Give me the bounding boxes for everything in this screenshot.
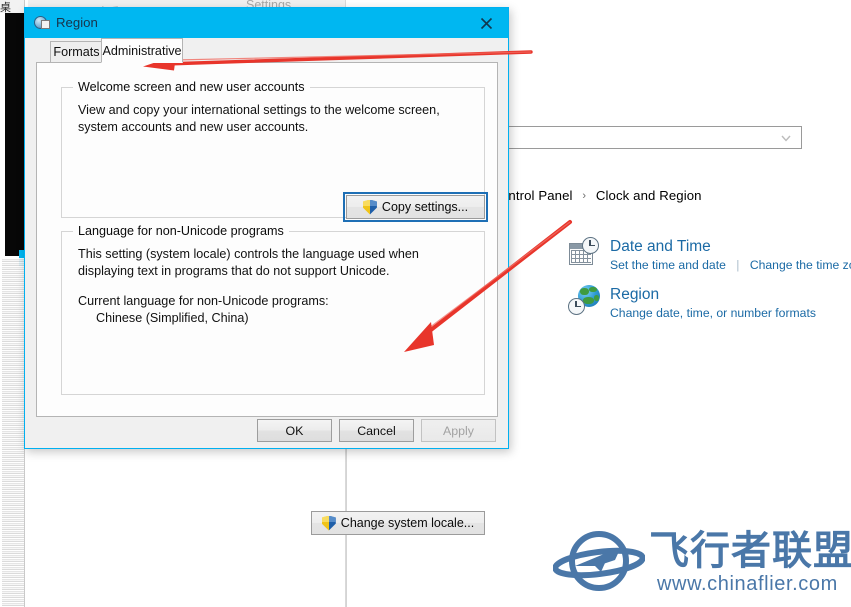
tab-administrative-label: Administrative xyxy=(102,43,182,58)
tab-administrative[interactable]: Administrative xyxy=(101,38,183,63)
dialog-title: Region xyxy=(56,15,98,30)
control-panel-item-region[interactable]: Region Change date, time, or number form… xyxy=(568,284,816,322)
dialog-titlebar[interactable]: Region xyxy=(25,8,508,38)
ok-button[interactable]: OK xyxy=(257,419,332,442)
cancel-button-label: Cancel xyxy=(357,423,396,438)
item-title-region[interactable]: Region xyxy=(610,285,816,304)
region-globe-flag-icon xyxy=(34,15,50,31)
ok-button-label: OK xyxy=(285,423,304,438)
change-system-locale-button-label: Change system locale... xyxy=(340,516,475,530)
group-non-unicode-description: This setting (system locale) controls th… xyxy=(78,247,419,278)
item-title-date-and-time[interactable]: Date and Time xyxy=(610,237,851,256)
link-change-the-time-zone[interactable]: Change the time zor xyxy=(750,258,851,272)
current-language-value: Chinese (Simplified, China) xyxy=(96,311,249,325)
scanline-artifact xyxy=(2,258,24,607)
change-system-locale-button[interactable]: Change system locale... xyxy=(311,511,485,535)
link-divider: | xyxy=(736,258,740,272)
breadcrumb-root[interactable]: ontrol Panel xyxy=(501,188,573,203)
calendar-clock-icon xyxy=(568,236,602,270)
link-set-the-time-and-date[interactable]: Set the time and date xyxy=(610,258,726,272)
control-panel-item-date-and-time[interactable]: Date and Time Set the time and date | Ch… xyxy=(568,236,851,274)
group-welcome-screen: Welcome screen and new user accounts Vie… xyxy=(61,80,488,222)
dialog-footer: OK Cancel Apply xyxy=(25,415,508,448)
apply-button: Apply xyxy=(421,419,496,442)
dialog-tabstrip: Formats Administrative xyxy=(25,38,508,63)
tab-formats-label: Formats xyxy=(53,45,100,59)
cancel-button[interactable]: Cancel xyxy=(339,419,414,442)
watermark-url-text: www.chinaflier.com xyxy=(657,573,838,595)
uac-shield-icon xyxy=(321,515,336,531)
apply-button-label: Apply xyxy=(443,423,474,438)
copy-settings-button-label: Copy settings... xyxy=(381,200,469,214)
breadcrumb-current[interactable]: Clock and Region xyxy=(596,188,702,203)
tab-page-administrative: Welcome screen and new user accounts Vie… xyxy=(36,62,498,535)
uac-shield-icon xyxy=(362,199,377,215)
chevron-down-icon[interactable] xyxy=(779,131,793,145)
watermark-brand-text: 飞行者联盟 xyxy=(649,528,851,574)
copy-settings-button[interactable]: Copy settings... xyxy=(343,192,488,222)
group-non-unicode-language-legend: Language for non-Unicode programs xyxy=(73,224,289,238)
group-welcome-screen-legend: Welcome screen and new user accounts xyxy=(73,80,310,94)
tab-formats[interactable]: Formats xyxy=(50,41,103,63)
current-language-label: Current language for non-Unicode program… xyxy=(78,294,329,308)
breadcrumb-separator-icon: › xyxy=(582,190,587,202)
region-dialog: Region Formats Administrative Welcome sc… xyxy=(24,7,509,535)
watermark-logo: 飞行者联盟 www.chinaflier.com xyxy=(553,527,851,599)
link-change-date-time-or-number-formats[interactable]: Change date, time, or number formats xyxy=(610,306,816,320)
group-welcome-screen-description: View and copy your international setting… xyxy=(78,103,440,134)
airplane-orbit-logo-icon xyxy=(553,531,645,591)
close-icon[interactable] xyxy=(464,8,508,38)
globe-clock-icon xyxy=(568,284,602,318)
left-strip-cjk-label: 桌 xyxy=(0,1,11,14)
breadcrumb[interactable]: ontrol Panel › Clock and Region xyxy=(501,188,702,203)
settings-dark-sidebar xyxy=(5,13,24,256)
group-non-unicode-language: Language for non-Unicode programs This s… xyxy=(61,224,485,535)
